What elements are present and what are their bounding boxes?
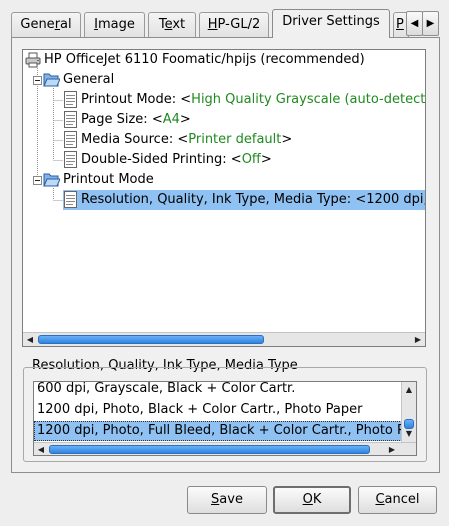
- collapse-general-icon[interactable]: [33, 76, 42, 85]
- save-label-post: ave: [219, 492, 243, 507]
- scroll-right-arrow-icon[interactable]: ▶: [385, 443, 399, 455]
- document-icon: [64, 91, 77, 108]
- tree-item-printout-mode-label: Printout Mode: [63, 172, 154, 187]
- option-gt: >: [281, 132, 293, 147]
- tree-item-resolution-selected[interactable]: Resolution, Quality, Ink Type, Media Typ…: [63, 190, 426, 210]
- option-lt: <: [151, 112, 163, 127]
- driver-settings-tree[interactable]: HP OfficeJet 6110 Foomatic/hpijs (recomm…: [22, 49, 426, 347]
- collapse-printout-mode-icon[interactable]: [33, 176, 42, 185]
- list-item[interactable]: 600 dpi, Grayscale, Black + Color Cartr.: [34, 382, 402, 399]
- scroll-down-arrow-icon[interactable]: ▼: [402, 427, 416, 440]
- save-button[interactable]: Save: [187, 486, 267, 514]
- list-vertical-scrollbar[interactable]: ▲ ▼: [401, 382, 416, 442]
- tree-item-printout-mode-option[interactable]: Printout Mode: <High Quality Grayscale (…: [63, 90, 426, 110]
- ok-button[interactable]: OK: [273, 486, 351, 514]
- option-name: Page Size:: [81, 112, 152, 127]
- chevron-left-icon: ◀: [410, 18, 419, 29]
- cancel-label-post: ancel: [384, 492, 420, 507]
- tree-item-printer[interactable]: HP OfficeJet 6110 Foomatic/hpijs (recomm…: [25, 50, 365, 70]
- tree-item-printer-label: HP OfficeJet 6110 Foomatic/hpijs (recomm…: [44, 52, 365, 67]
- tab-driver-settings-label: Driver Settings: [282, 14, 380, 29]
- scroll-up-arrow-icon[interactable]: ▲: [402, 383, 416, 396]
- option-value: Off: [241, 152, 261, 167]
- option-name: Double-Sided Printing:: [81, 152, 231, 167]
- cancel-label-key: C: [375, 492, 385, 507]
- tab-image[interactable]: Image: [84, 12, 145, 37]
- tab-text-label: Text: [158, 17, 186, 32]
- list-item-selected[interactable]: 1200 dpi, Photo, Full Bleed, Black + Col…: [34, 421, 402, 441]
- list-item[interactable]: 1200 dpi, Photo, Black + Color Cartr., P…: [34, 400, 402, 420]
- tree-item-general-label: General: [63, 72, 115, 87]
- option-name: Printout Mode:: [81, 92, 181, 107]
- scroll-left-arrow-icon[interactable]: ◀: [34, 443, 48, 455]
- tree-item-resolution-label: Resolution, Quality, Ink Type, Media Typ…: [81, 192, 426, 207]
- list-horizontal-scrollbar[interactable]: ◀ ▶: [34, 442, 416, 455]
- document-icon: [64, 151, 77, 168]
- tree-item-double-sided[interactable]: Double-Sided Printing: <Off>: [63, 150, 272, 170]
- folder-open-icon: [43, 173, 60, 187]
- tab-general-label: General: [20, 17, 72, 32]
- chevron-right-icon: ▶: [426, 18, 435, 29]
- option-lt: <: [230, 152, 242, 167]
- tab-hpgl2-label: HP-GL/2: [207, 17, 261, 32]
- option-name: Media Source:: [81, 132, 178, 147]
- ok-label-post: K: [312, 492, 322, 507]
- scrollbar-thumb[interactable]: [49, 445, 370, 454]
- tree-item-page-size[interactable]: Page Size: <A4>: [63, 110, 191, 130]
- cancel-button[interactable]: Cancel: [358, 486, 437, 514]
- option-gt: >: [260, 152, 272, 167]
- option-value: A4: [162, 112, 180, 127]
- option-value: High Quality Grayscale (auto-detect p: [191, 92, 426, 107]
- tab-image-label: Image: [94, 17, 135, 32]
- ok-label-key: O: [302, 492, 313, 507]
- tab-driver-settings[interactable]: Driver Settings: [272, 9, 390, 38]
- tree-item-media-source[interactable]: Media Source: <Printer default>: [63, 130, 292, 150]
- tree-item-printout-mode-group[interactable]: Printout Mode: [43, 170, 154, 190]
- tab-text[interactable]: Text: [148, 12, 196, 37]
- document-icon: [64, 111, 77, 128]
- scrollbar-thumb[interactable]: [38, 335, 264, 344]
- tab-scroll-right-button[interactable]: ▶: [422, 11, 439, 36]
- tree-item-general[interactable]: General: [43, 70, 114, 90]
- option-values-list[interactable]: 600 dpi, Grayscale, Black + Color Cartr.…: [33, 381, 417, 456]
- option-value: Printer default: [188, 132, 282, 147]
- tab-partial-label: P: [396, 17, 404, 32]
- scroll-left-arrow-icon[interactable]: ◀: [23, 333, 37, 346]
- tab-scroll-left-button[interactable]: ◀: [406, 11, 423, 36]
- tab-general[interactable]: General: [11, 12, 81, 37]
- option-lt: <: [177, 132, 189, 147]
- tab-hpgl2[interactable]: HP-GL/2: [199, 12, 269, 37]
- folder-open-icon: [43, 73, 60, 87]
- printer-icon: [25, 52, 41, 67]
- option-lt: <: [180, 92, 192, 107]
- document-icon: [64, 191, 77, 208]
- tree-horizontal-scrollbar[interactable]: ◀ ▶: [23, 332, 425, 346]
- option-gt: >: [179, 112, 191, 127]
- scroll-right-arrow-icon[interactable]: ▶: [411, 333, 425, 346]
- document-icon: [64, 131, 77, 148]
